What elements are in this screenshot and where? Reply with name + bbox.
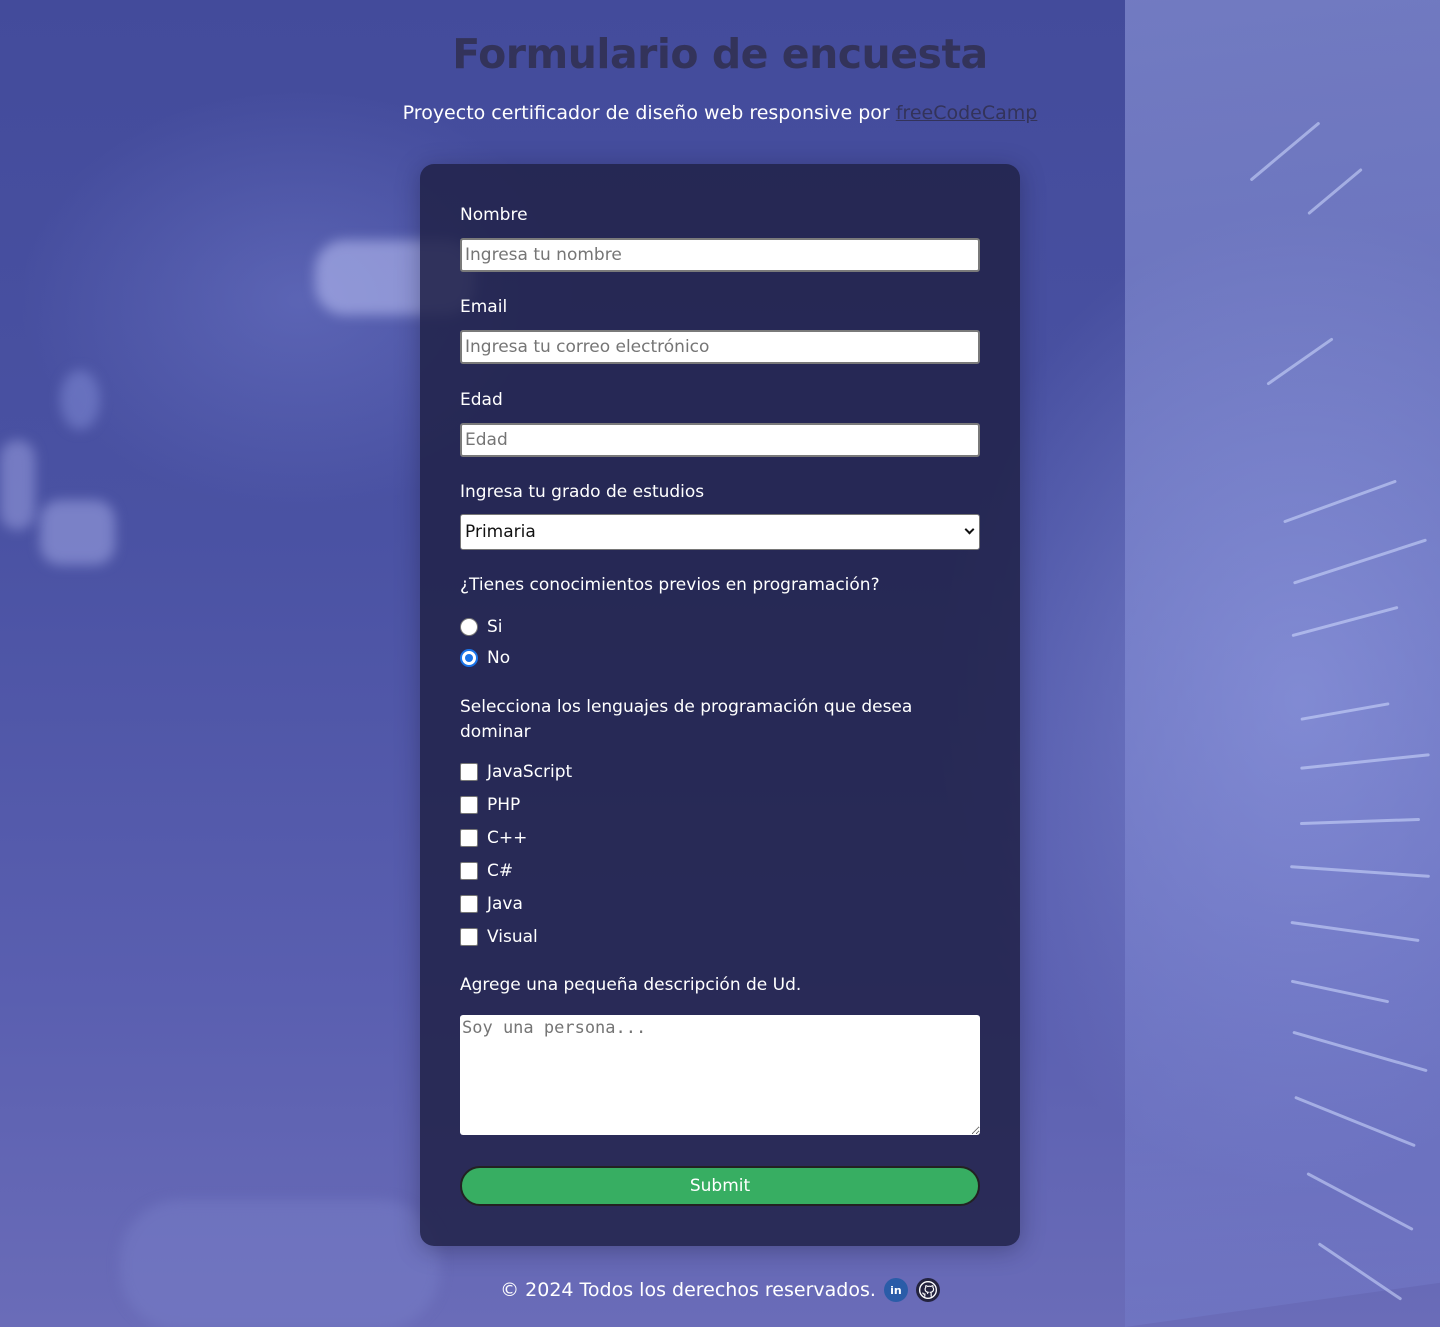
checkbox-option-javascript[interactable]: JavaScript [460, 761, 572, 783]
checkbox-javascript-label: JavaScript [487, 762, 573, 782]
education-select[interactable]: Primaria [460, 514, 980, 550]
chevron-down-icon [964, 524, 975, 535]
page-title: Formulario de encuesta [452, 30, 988, 78]
checkbox-javascript[interactable] [460, 763, 478, 781]
radio-si-label: Si [487, 617, 503, 637]
email-label: Email [460, 297, 508, 317]
freecodecamp-link[interactable]: freeCodeCamp [896, 102, 1038, 124]
checkbox-option-visual[interactable]: Visual [460, 926, 538, 948]
checkbox-visual-label: Visual [487, 927, 538, 947]
checkbox-visual[interactable] [460, 928, 478, 946]
languages-question: Selecciona los lenguajes de programación… [460, 697, 913, 742]
description-textarea[interactable] [460, 1015, 980, 1135]
experience-question: ¿Tienes conocimientos previos en program… [460, 575, 880, 595]
page-subtitle: Proyecto certificador de diseño web resp… [0, 102, 1440, 124]
footer: © 2024 Todos los derechos reservados. in [0, 1278, 1440, 1302]
survey-form: Nombre Email Edad Ingresa tu grado de es… [420, 164, 1020, 1246]
checkbox-csharp[interactable] [460, 862, 478, 880]
copyright-text: © 2024 Todos los derechos reservados. [500, 1279, 876, 1301]
name-label: Nombre [460, 205, 528, 225]
radio-si[interactable] [460, 618, 478, 636]
github-icon-glyph [918, 1281, 937, 1299]
age-input[interactable] [460, 423, 980, 457]
checkbox-csharp-label: C# [487, 861, 514, 881]
checkbox-php-label: PHP [487, 795, 521, 815]
checkbox-option-cpp[interactable]: C++ [460, 827, 527, 849]
checkbox-java-label: Java [487, 894, 523, 914]
description-label: Agrege una pequeña descripción de Ud. [460, 975, 802, 995]
radio-no[interactable] [460, 649, 478, 667]
checkbox-option-csharp[interactable]: C# [460, 860, 513, 882]
submit-button[interactable]: Submit [460, 1166, 980, 1206]
age-label: Edad [460, 390, 503, 410]
email-input[interactable] [460, 330, 980, 364]
checkbox-cpp[interactable] [460, 829, 478, 847]
checkbox-option-java[interactable]: Java [460, 893, 523, 915]
checkbox-option-php[interactable]: PHP [460, 794, 520, 816]
education-label: Ingresa tu grado de estudios [460, 482, 705, 502]
checkbox-php[interactable] [460, 796, 478, 814]
checkbox-cpp-label: C++ [487, 828, 528, 848]
checkbox-java[interactable] [460, 895, 478, 913]
radio-option-si[interactable]: Si [460, 616, 503, 638]
education-selected-value: Primaria [465, 522, 536, 542]
subtitle-text: Proyecto certificador de diseño web resp… [402, 102, 890, 124]
linkedin-icon[interactable]: in [883, 1278, 908, 1302]
name-input[interactable] [460, 238, 980, 272]
radio-no-label: No [487, 648, 511, 668]
github-icon[interactable] [915, 1278, 940, 1302]
radio-option-no[interactable]: No [460, 647, 510, 669]
